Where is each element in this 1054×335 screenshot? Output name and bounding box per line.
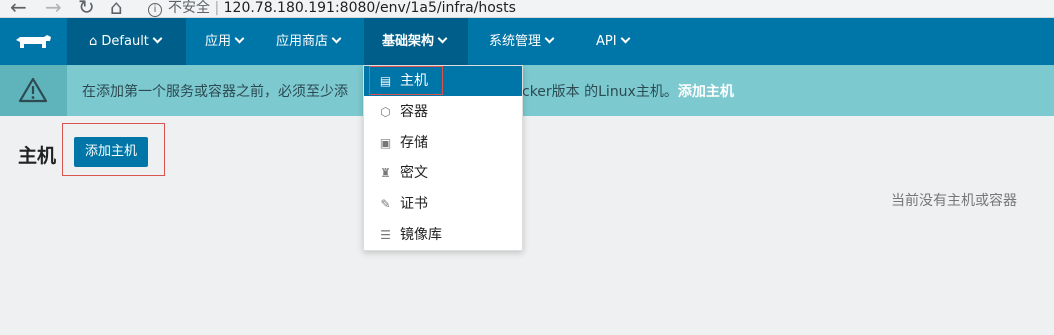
database-icon: ☰	[380, 228, 391, 242]
alert-text-end: cker版本 的Linux主机。添加主机	[522, 81, 734, 101]
alert-icon-box	[0, 65, 67, 116]
home-icon[interactable]: ⌂	[110, 0, 123, 19]
reload-icon[interactable]: ↻	[78, 0, 95, 19]
back-icon[interactable]: ←	[10, 0, 27, 19]
chevron-down-icon	[331, 33, 342, 44]
menu-item-secrets[interactable]: ♜ 密文	[364, 158, 522, 188]
annotation-highlight-box	[369, 66, 443, 95]
environment-label: Default	[101, 34, 149, 49]
menu-item-registries[interactable]: ☰ 镜像库	[364, 220, 522, 250]
nav-api-label: API	[596, 34, 617, 49]
browser-toolbar: ← → ↻ ⌂ i 不安全 | 120.78.180.191:8080/env/1…	[0, 0, 1054, 19]
nav-infrastructure-label: 基础架构	[382, 34, 435, 49]
home-icon: ⌂	[89, 34, 98, 49]
info-icon[interactable]: i	[148, 3, 162, 17]
chevron-down-icon	[152, 33, 163, 44]
secret-icon: ♜	[380, 166, 391, 180]
empty-state-text: 当前没有主机或容器	[891, 193, 1017, 209]
address-bar[interactable]: i 不安全 | 120.78.180.191:8080/env/1a5/infra…	[148, 0, 516, 17]
app-header: ⌂ Default 应用 应用商店 基础架构 系统管理 API	[0, 18, 1054, 65]
menu-item-secrets-label: 密文	[400, 165, 428, 181]
storage-icon: ▣	[379, 136, 392, 150]
alert-text: 在添加第一个服务或容器之前，必须至少添	[82, 84, 348, 100]
menu-item-certificates-label: 证书	[400, 196, 428, 212]
chevron-down-icon	[544, 33, 555, 44]
warning-icon	[18, 77, 48, 103]
cube-icon: ⬡	[380, 105, 391, 119]
certificate-icon: ✎	[380, 197, 391, 211]
nav-admin[interactable]: 系统管理	[489, 18, 555, 65]
chevron-down-icon	[437, 33, 448, 44]
alert-banner: 在添加第一个服务或容器之前，必须至少添 cker版本 的Linux主机。添加主机	[0, 65, 1054, 116]
menu-item-storage-label: 存储	[400, 135, 428, 151]
nav-admin-label: 系统管理	[489, 34, 542, 49]
forward-icon[interactable]: →	[45, 0, 62, 19]
alert-add-host-link[interactable]: 添加主机	[678, 84, 734, 100]
nav-catalog-label: 应用商店	[276, 34, 329, 49]
nav-infrastructure[interactable]: 基础架构	[364, 18, 468, 65]
nav-apps[interactable]: 应用	[205, 18, 245, 65]
alert-text-rest: cker版本 的Linux主机。	[522, 84, 678, 100]
rancher-logo-icon[interactable]	[14, 34, 52, 50]
nav-catalog[interactable]: 应用商店	[276, 18, 342, 65]
url-text: 120.78.180.191:8080/env/1a5/infra/hosts	[223, 0, 516, 16]
menu-item-certificates[interactable]: ✎ 证书	[364, 189, 522, 219]
menu-item-registries-label: 镜像库	[400, 227, 442, 243]
environment-switcher[interactable]: ⌂ Default	[67, 18, 186, 65]
nav-api[interactable]: API	[596, 18, 631, 65]
security-label: 不安全	[168, 0, 210, 16]
add-host-button[interactable]: 添加主机	[74, 137, 148, 167]
chevron-down-icon	[234, 33, 245, 44]
page-title: 主机	[18, 145, 57, 167]
menu-item-containers-label: 容器	[400, 104, 428, 120]
menu-item-containers[interactable]: ⬡ 容器	[364, 97, 522, 127]
menu-item-storage[interactable]: ▣ 存储	[364, 128, 522, 158]
chevron-down-icon	[620, 33, 631, 44]
nav-apps-label: 应用	[205, 34, 232, 49]
